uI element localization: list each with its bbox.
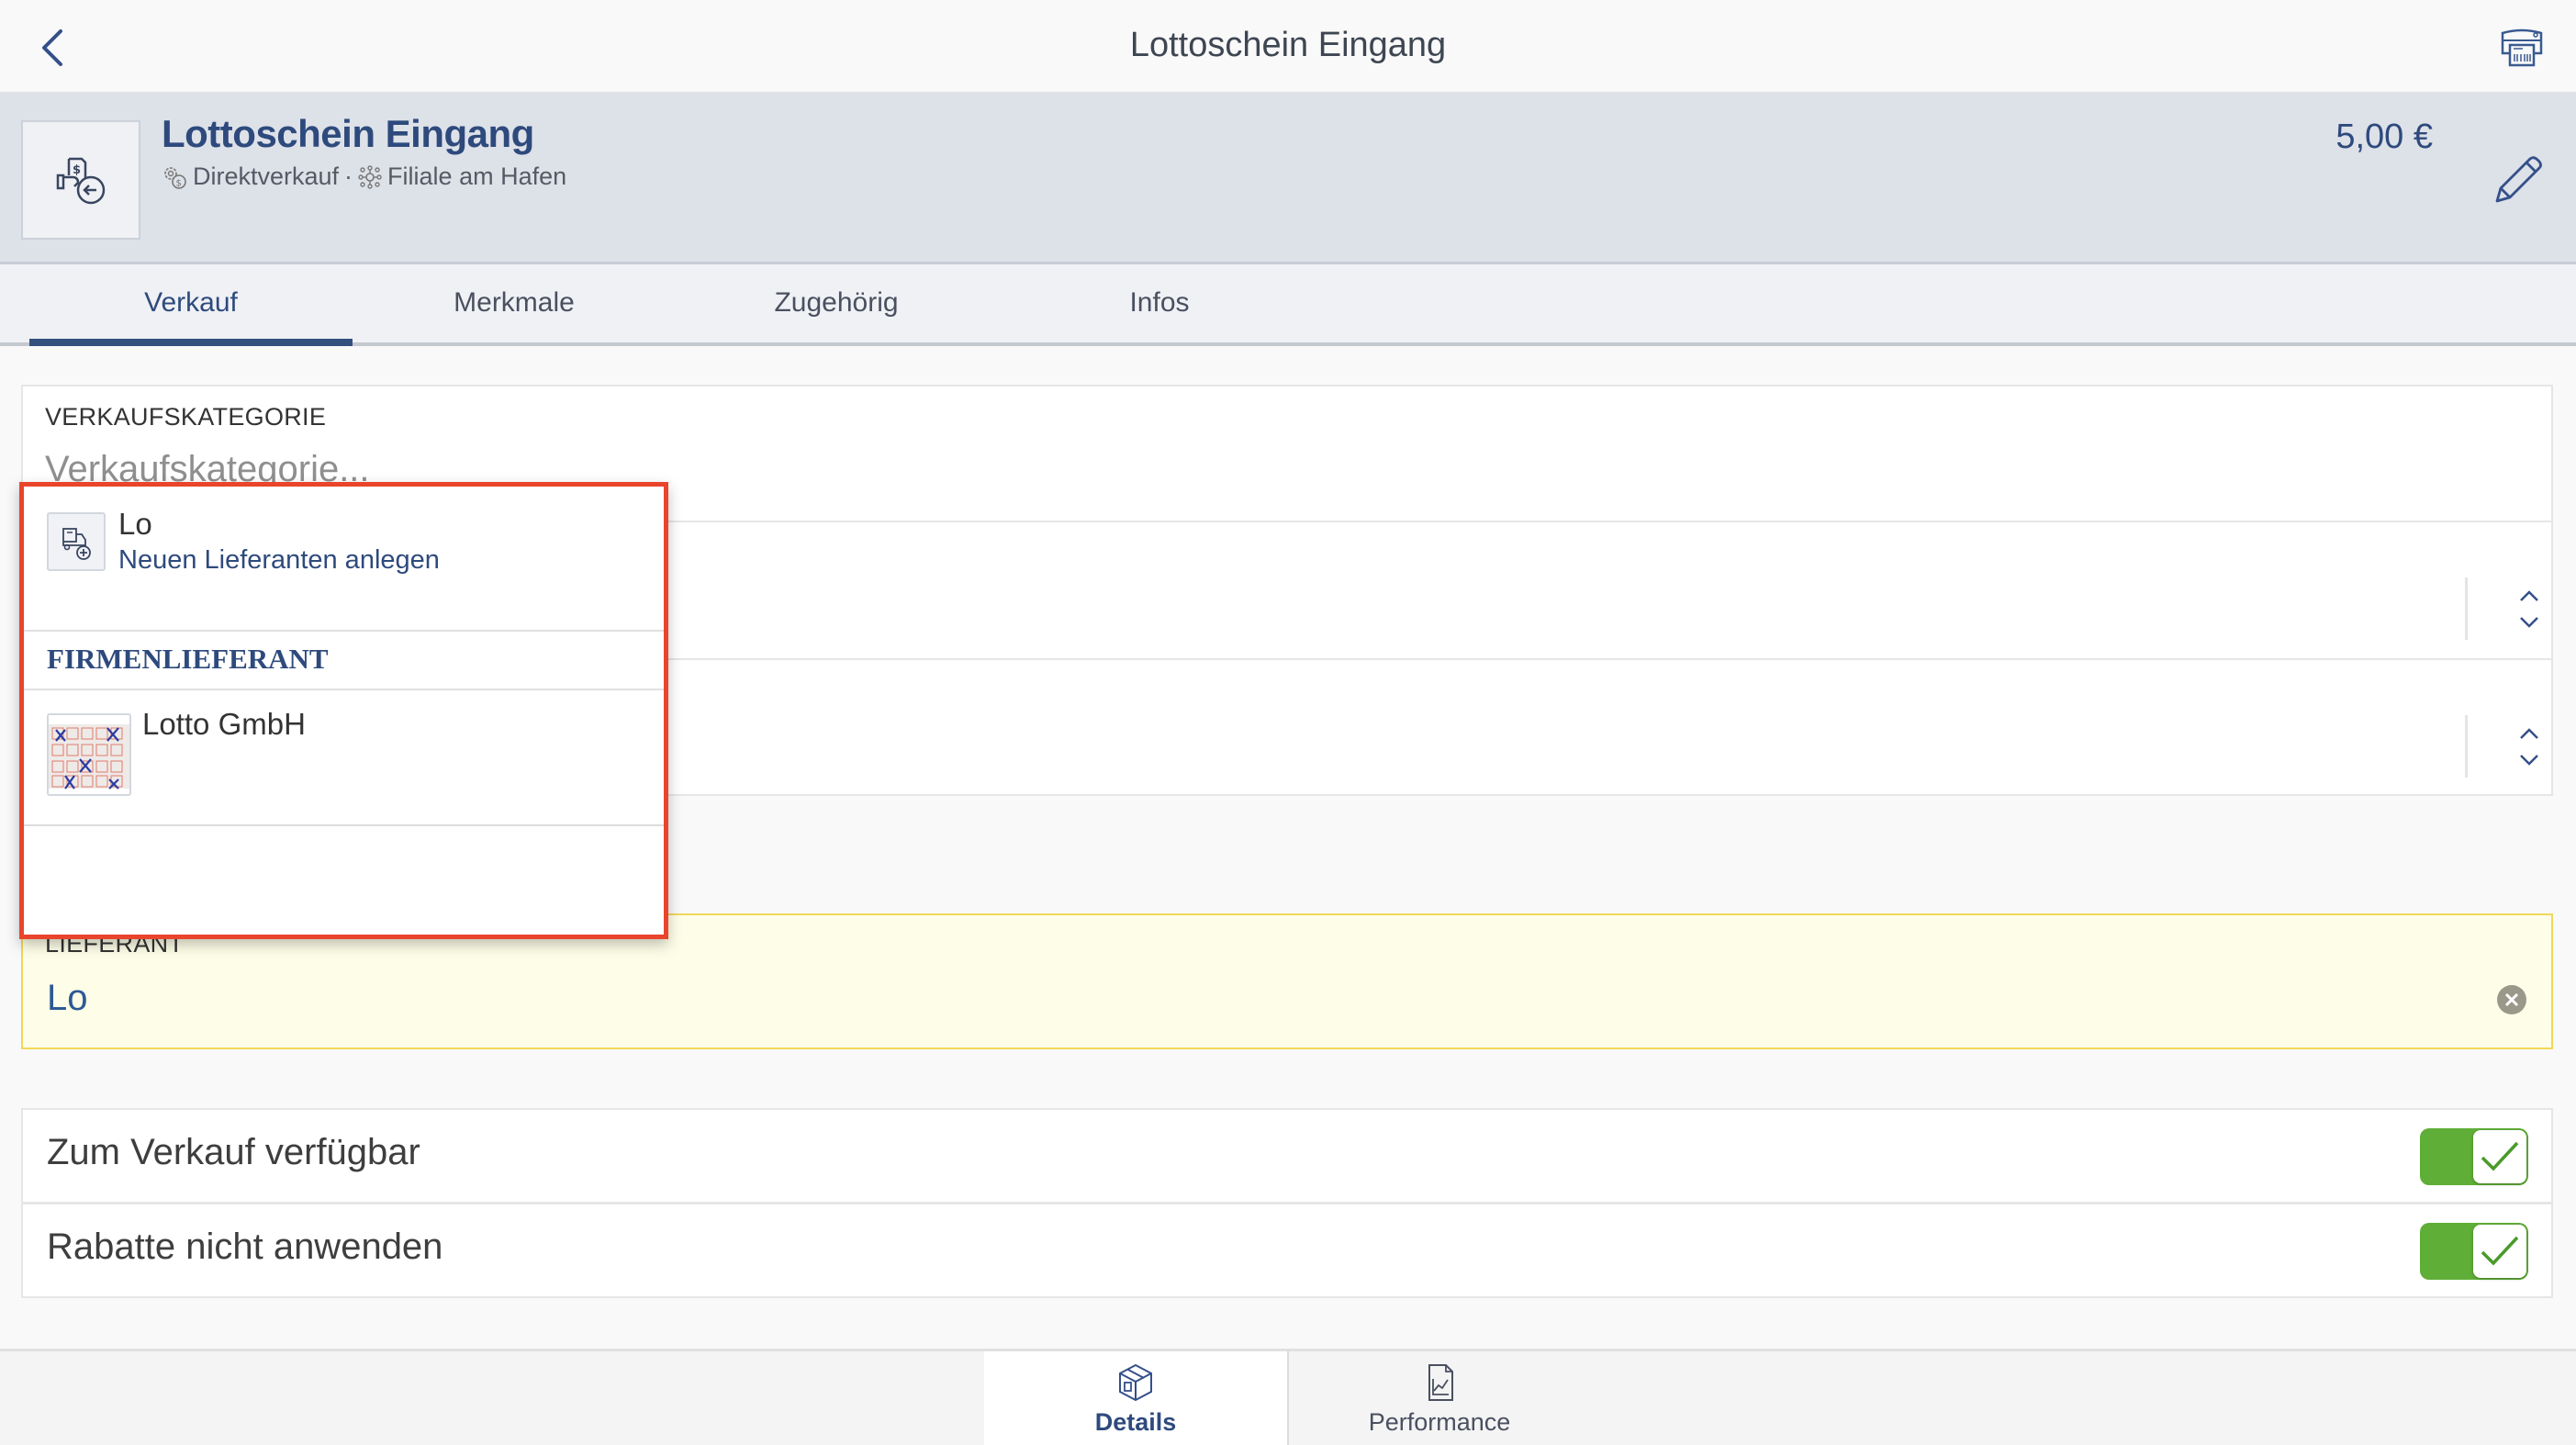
bottom-tab-label: Details	[1094, 1408, 1177, 1436]
truck-add-icon	[62, 528, 91, 560]
location: Filiale am Hafen	[387, 162, 567, 190]
search-term: Lo	[118, 507, 152, 541]
toggle-row-rabatte: Rabatte nicht anwenden	[21, 1203, 2553, 1298]
section-header: FIRMENLIEFERANT	[24, 632, 664, 690]
tab-merkmale[interactable]: Merkmale	[353, 264, 676, 342]
stepper-button[interactable]	[2502, 715, 2557, 779]
chevron-up-down-icon	[2520, 590, 2538, 628]
supplier-name: Lotto GmbH	[142, 707, 306, 741]
supplier-autocomplete-dropdown: Lo Neuen Lieferanten anlegen FIRMENLIEFE…	[19, 482, 668, 939]
lieferant-input[interactable]: Lo	[47, 978, 88, 1019]
checkmark-icon	[2481, 1141, 2519, 1171]
bottom-tab-bar: Details Performance	[0, 1349, 2576, 1445]
top-bar: Lottoschein Eingang	[0, 0, 2576, 94]
toggle-knob	[2473, 1130, 2526, 1183]
item-image[interactable]: $	[21, 120, 140, 240]
chart-document-icon	[1428, 1364, 1453, 1401]
network-hub-icon	[358, 164, 382, 189]
svg-text:$: $	[73, 163, 81, 177]
tab-bar: Verkauf Merkmale Zugehörig Infos	[0, 264, 2576, 346]
item-subtitle: $ Direktverkauf · Filiale am Hafen	[162, 162, 566, 191]
bottom-tab-label: Performance	[1368, 1408, 1511, 1436]
toggle-label: Rabatte nicht anwenden	[47, 1227, 443, 1267]
stepper-button[interactable]	[2502, 577, 2557, 642]
verkaufskategorie-label: VERKAUFSKATEGORIE	[45, 403, 327, 431]
separator-dot: ·	[344, 162, 353, 190]
clear-button[interactable]	[2497, 985, 2526, 1014]
toggle-rabatte[interactable]	[2420, 1223, 2528, 1280]
tab-infos[interactable]: Infos	[998, 264, 1321, 342]
page-title: Lottoschein Eingang	[1129, 26, 1447, 64]
svg-text:$: $	[176, 178, 182, 188]
chevron-up-down-icon	[2520, 728, 2538, 766]
lottery-ticket-image	[47, 713, 131, 796]
toggle-row-verfuegbar: Zum Verkauf verfügbar	[21, 1108, 2553, 1204]
pencil-icon	[2495, 156, 2542, 203]
box-icon	[1119, 1363, 1152, 1402]
toggle-label: Zum Verkauf verfügbar	[47, 1132, 420, 1172]
item-header: $ Lottoschein Eingang $ Direktverkauf · …	[0, 94, 2576, 264]
edit-button[interactable]	[2490, 153, 2545, 208]
supplier-option[interactable]: Lotto GmbH	[24, 690, 664, 826]
create-supplier-option[interactable]: Lo Neuen Lieferanten anlegen	[24, 487, 664, 632]
hand-document-return-icon: $	[56, 157, 106, 205]
gear-dollar-icon: $	[164, 166, 186, 189]
divider	[2465, 577, 2468, 640]
print-label-button[interactable]	[2499, 28, 2545, 68]
label-printer-icon	[2501, 28, 2543, 67]
section-label: FIRMENLIEFERANT	[47, 643, 329, 675]
tab-verkauf[interactable]: Verkauf	[29, 264, 353, 346]
divider	[2465, 715, 2468, 778]
toggle-knob	[2473, 1225, 2526, 1278]
toggle-verfuegbar[interactable]	[2420, 1128, 2528, 1185]
truck-add-icon-box	[47, 512, 106, 571]
create-supplier-link[interactable]: Neuen Lieferanten anlegen	[118, 545, 440, 576]
close-icon	[2504, 992, 2519, 1007]
lottery-ticket-thumbnail	[49, 724, 129, 790]
bottom-tab-performance[interactable]: Performance	[1287, 1351, 1590, 1445]
checkmark-icon	[2481, 1236, 2519, 1266]
tab-zugehoerig[interactable]: Zugehörig	[675, 264, 998, 342]
item-title: Lottoschein Eingang	[162, 112, 534, 155]
item-price: 5,00 €	[2335, 118, 2433, 156]
bottom-tab-details[interactable]: Details	[984, 1351, 1287, 1445]
sales-type: Direktverkauf	[193, 162, 340, 190]
